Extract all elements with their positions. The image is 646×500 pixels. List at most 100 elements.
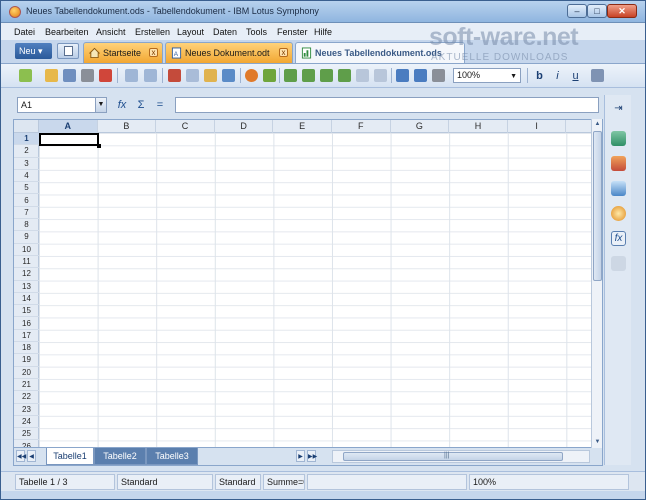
vertical-scrollbar[interactable]: ▲ ▼ <box>591 119 602 448</box>
row-header[interactable]: 16 <box>14 318 39 330</box>
name-box[interactable]: A1 <box>17 97 107 113</box>
row-header[interactable]: 6 <box>14 195 39 207</box>
merge-cells-icon[interactable] <box>356 69 369 82</box>
menu-tools[interactable]: Tools <box>246 27 267 37</box>
row-header[interactable]: 10 <box>14 244 39 256</box>
sheet-tab-tabelle2[interactable]: Tabelle2 <box>94 448 146 465</box>
row-header[interactable]: 20 <box>14 367 39 379</box>
chart-icon[interactable] <box>245 69 258 82</box>
delete-column-icon[interactable] <box>338 69 351 82</box>
horizontal-scroll-thumb[interactable]: ||| <box>343 452 563 461</box>
page-style[interactable]: Standard <box>117 474 213 490</box>
sheet-tab-tabelle1[interactable]: Tabelle1 <box>46 448 94 465</box>
cut-icon[interactable] <box>168 69 181 82</box>
row-header[interactable]: 7 <box>14 207 39 220</box>
row-header[interactable]: 3 <box>14 158 39 170</box>
close-tab-icon[interactable]: x <box>279 48 288 57</box>
format-paintbrush-icon[interactable] <box>222 69 235 82</box>
sum-button[interactable]: Σ <box>134 98 148 112</box>
menu-ansicht[interactable]: Ansicht <box>96 27 126 37</box>
select-all-corner[interactable] <box>14 120 39 133</box>
column-header[interactable]: B <box>98 120 157 133</box>
new-document-button[interactable]: Neu ▾ <box>15 43 52 59</box>
properties-icon[interactable] <box>611 131 626 146</box>
menu-datei[interactable]: Datei <box>14 27 35 37</box>
undo-icon[interactable] <box>125 69 138 82</box>
next-sheet-icon[interactable]: ▶ <box>296 450 305 462</box>
row-header[interactable]: 13 <box>14 281 39 293</box>
tab-neues-dokument[interactable]: A Neues Dokument.odt x <box>165 42 293 63</box>
row-header[interactable]: 23 <box>14 404 39 416</box>
menu-layout[interactable]: Layout <box>177 27 204 37</box>
column-header[interactable]: E <box>273 120 332 133</box>
column-header[interactable]: D <box>215 120 274 133</box>
sort-icon[interactable] <box>396 69 409 82</box>
menu-erstellen[interactable]: Erstellen <box>135 27 170 37</box>
insert-column-icon[interactable] <box>302 69 315 82</box>
split-cells-icon[interactable] <box>374 69 387 82</box>
row-header[interactable]: 14 <box>14 293 39 306</box>
navigator-icon[interactable] <box>611 206 626 221</box>
row-header[interactable]: 1 <box>14 133 39 146</box>
copy-icon[interactable] <box>186 69 199 82</box>
chevron-down-icon[interactable]: ▼ <box>95 98 106 112</box>
sheet-tab-tabelle3[interactable]: Tabelle3 <box>146 448 198 465</box>
tab-neues-tabellendokument[interactable]: Neues Tabellendokument.ods <box>295 42 465 63</box>
status-zoom[interactable]: 100% <box>469 474 629 490</box>
active-cell-cursor[interactable] <box>39 133 101 148</box>
column-header[interactable]: A <box>39 120 98 133</box>
sort-descending-icon[interactable] <box>414 69 427 82</box>
horizontal-scrollbar[interactable]: ||| <box>332 450 590 463</box>
minimize-button[interactable]: – <box>567 4 587 18</box>
align-icon[interactable] <box>591 69 604 82</box>
row-header[interactable]: 15 <box>14 305 39 318</box>
vertical-scroll-thumb[interactable] <box>593 131 602 281</box>
first-sheet-icon[interactable]: ◀◀ <box>16 450 26 462</box>
row-header[interactable]: 25 <box>14 428 39 441</box>
scroll-down-icon[interactable]: ▼ <box>593 437 602 447</box>
maximize-button[interactable]: □ <box>587 4 607 18</box>
row-header[interactable]: 19 <box>14 354 39 367</box>
column-header[interactable]: C <box>156 120 215 133</box>
row-header[interactable]: 24 <box>14 416 39 429</box>
selection-mode[interactable]: Standard <box>215 474 261 490</box>
menu-daten[interactable]: Daten <box>213 27 237 37</box>
close-tab-icon[interactable]: x <box>149 48 158 57</box>
underline-button[interactable]: u <box>569 69 582 83</box>
print-icon[interactable] <box>81 69 94 82</box>
row-header[interactable]: 2 <box>14 145 39 158</box>
column-header[interactable]: H <box>449 120 508 133</box>
open-folder-icon[interactable] <box>45 69 58 82</box>
column-header[interactable]: F <box>332 120 391 133</box>
scroll-up-icon[interactable]: ▲ <box>593 119 602 129</box>
collapse-sidebar-icon[interactable]: ⇥ <box>611 101 626 116</box>
filter-icon[interactable] <box>432 69 445 82</box>
bold-button[interactable]: b <box>533 69 546 83</box>
redo-icon[interactable] <box>144 69 157 82</box>
column-header[interactable]: I <box>508 120 567 133</box>
export-pdf-icon[interactable] <box>99 69 112 82</box>
column-header[interactable]: G <box>391 120 450 133</box>
row-header[interactable]: 21 <box>14 379 39 392</box>
save-icon[interactable] <box>63 69 76 82</box>
row-header[interactable]: 4 <box>14 170 39 183</box>
paste-icon[interactable] <box>204 69 217 82</box>
clipart-icon[interactable] <box>611 181 626 196</box>
menu-bearbeiten[interactable]: Bearbeiten <box>45 27 89 37</box>
image-icon[interactable] <box>263 69 276 82</box>
formula-input[interactable] <box>175 97 599 113</box>
italic-button[interactable]: i <box>551 69 564 83</box>
row-header[interactable]: 8 <box>14 219 39 232</box>
row-header[interactable]: 17 <box>14 330 39 343</box>
row-header[interactable]: 22 <box>14 391 39 404</box>
row-header[interactable]: 11 <box>14 256 39 269</box>
menu-hilfe[interactable]: Hilfe <box>314 27 332 37</box>
row-header[interactable]: 26 <box>14 441 39 448</box>
menu-fenster[interactable]: Fenster <box>277 27 308 37</box>
row-header[interactable]: 18 <box>14 342 39 355</box>
spreadsheet-grid[interactable]: ABCDEFGHI 1 2 3 4 5 6 7 8 9 10 11 12 13 14 15 16 17 18 19 2… <box>13 119 603 448</box>
row-header[interactable]: 12 <box>14 268 39 281</box>
formula-button[interactable]: = <box>153 98 167 112</box>
insert-row-icon[interactable] <box>284 69 297 82</box>
close-button[interactable]: ✕ <box>607 4 637 18</box>
